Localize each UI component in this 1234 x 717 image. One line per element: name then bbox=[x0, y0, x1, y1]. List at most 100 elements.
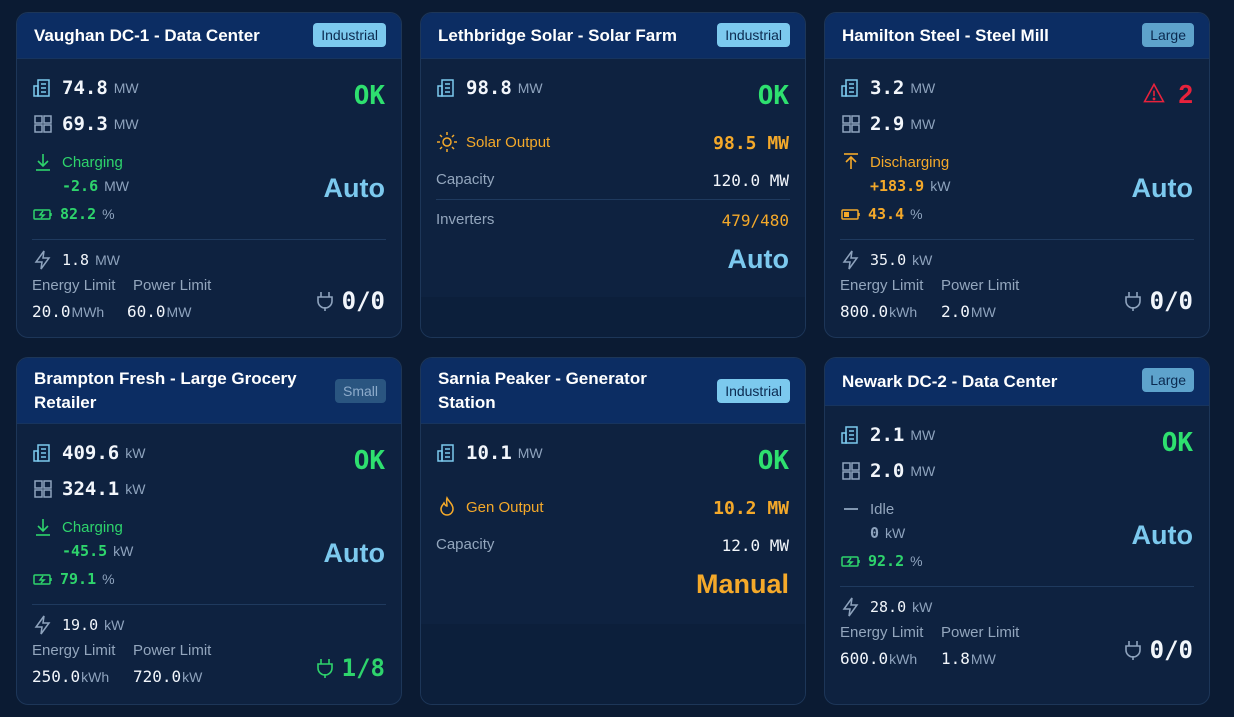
energy-limit-row: 600.0 kWh bbox=[840, 649, 917, 668]
soc-value: 92.2 bbox=[868, 552, 905, 570]
net-row: 324.1 kW bbox=[32, 478, 145, 500]
bolt-icon bbox=[840, 596, 862, 618]
site-card-newark[interactable]: Newark DC-2 - Data Center Large 2.1 MW O… bbox=[824, 357, 1210, 705]
control-mode: Auto bbox=[727, 244, 789, 274]
soc-row: 79.1 % bbox=[32, 568, 115, 590]
ev-charger-status[interactable]: 0/0 bbox=[314, 287, 385, 315]
battery-state: Discharging bbox=[870, 153, 950, 171]
building-icon bbox=[32, 442, 54, 464]
energy-limit-unit: MWh bbox=[71, 303, 105, 320]
battery-power-row: +183.9 kW bbox=[870, 177, 950, 195]
control-mode: Manual bbox=[695, 569, 789, 599]
site-size-badge: Industrial bbox=[717, 379, 790, 403]
flex-unit: kW bbox=[912, 599, 933, 615]
energy-limit-value: 800.0 bbox=[840, 302, 889, 321]
card-header: Newark DC-2 - Data Center Large bbox=[825, 358, 1209, 406]
status-ok: OK bbox=[757, 446, 789, 476]
card-body: 10.1 MW OK Gen Output 10.2 MW Capacity 1… bbox=[421, 424, 805, 704]
flex-row: 19.0 kW bbox=[32, 614, 124, 636]
output-label: Solar Output bbox=[466, 133, 551, 151]
flex-unit: kW bbox=[912, 252, 933, 268]
charger-count: 0/0 bbox=[1149, 287, 1193, 315]
card-footer bbox=[421, 624, 805, 704]
control-mode: Auto bbox=[323, 538, 385, 568]
load-unit: MW bbox=[113, 80, 139, 96]
load-row: 3.2 MW bbox=[840, 77, 935, 99]
net-unit: kW bbox=[125, 481, 146, 497]
building-icon bbox=[436, 77, 458, 99]
power-limit-label: Power Limit bbox=[941, 277, 1020, 294]
status-ok: OK bbox=[353, 446, 385, 476]
net-value: 2.9 bbox=[870, 113, 905, 135]
battery-icon bbox=[840, 203, 860, 225]
flex-row: 1.8 MW bbox=[32, 249, 120, 271]
divider bbox=[840, 586, 1194, 587]
energy-limit-row: 20.0 MWh bbox=[32, 302, 104, 321]
load-unit: MW bbox=[910, 427, 936, 443]
soc-value: 82.2 bbox=[60, 205, 97, 223]
site-card-vaughan[interactable]: Vaughan DC-1 - Data Center Industrial 74… bbox=[16, 12, 402, 338]
card-title-line1: Brampton Fresh - Large Grocery bbox=[34, 368, 297, 388]
energy-limit-label: Energy Limit bbox=[840, 277, 924, 294]
flex-value: 19.0 bbox=[62, 616, 99, 634]
soc-row: 82.2 % bbox=[32, 203, 115, 225]
card-header: Sarnia Peaker - Generator Station Indust… bbox=[421, 358, 805, 424]
card-title-line2: Station bbox=[438, 392, 496, 412]
battery-state-row: Charging bbox=[32, 151, 123, 173]
load-value: 74.8 bbox=[62, 77, 108, 99]
card-header: Hamilton Steel - Steel Mill Large bbox=[825, 13, 1209, 59]
grid-icon bbox=[32, 478, 54, 500]
divider bbox=[840, 239, 1194, 240]
site-card-sarnia[interactable]: Sarnia Peaker - Generator Station Indust… bbox=[420, 357, 806, 705]
power-limit-value: 60.0 bbox=[127, 302, 166, 321]
power-limit-value: 2.0 bbox=[941, 302, 970, 321]
soc-row: 92.2 % bbox=[840, 550, 923, 572]
bolt-icon bbox=[32, 614, 54, 636]
energy-limit-value: 250.0 bbox=[32, 667, 81, 686]
battery-state-row: Charging bbox=[32, 516, 123, 538]
site-card-hamilton[interactable]: Hamilton Steel - Steel Mill Large 3.2 MW… bbox=[824, 12, 1210, 338]
divider bbox=[32, 604, 386, 605]
site-card-lethbridge[interactable]: Lethbridge Solar - Solar Farm Industrial… bbox=[420, 12, 806, 338]
power-limit-row: 2.0 MW bbox=[941, 302, 996, 321]
card-title: Newark DC-2 - Data Center bbox=[842, 371, 1058, 391]
plug-icon bbox=[1122, 639, 1142, 661]
grid-icon bbox=[32, 113, 54, 135]
site-card-brampton[interactable]: Brampton Fresh - Large Grocery Retailer … bbox=[16, 357, 402, 705]
load-row: 409.6 kW bbox=[32, 442, 145, 464]
ev-charger-status[interactable]: 0/0 bbox=[1122, 636, 1193, 664]
building-icon bbox=[32, 77, 54, 99]
card-body: 3.2 MW 2 2.9 MW Discharging +183.9 kW Au… bbox=[825, 59, 1209, 337]
capacity-value: 12.0 MW bbox=[721, 536, 789, 555]
net-row: 2.9 MW bbox=[840, 113, 935, 135]
soc-unit: % bbox=[910, 553, 923, 569]
soc-unit: % bbox=[102, 571, 115, 587]
net-value: 69.3 bbox=[62, 113, 108, 135]
card-body: 74.8 MW OK 69.3 MW Charging -2.6 MW Auto… bbox=[17, 59, 401, 337]
card-title: Hamilton Steel - Steel Mill bbox=[842, 25, 1049, 45]
status-ok: OK bbox=[353, 81, 385, 111]
load-value: 98.8 bbox=[466, 77, 512, 99]
charging-arrow-icon bbox=[32, 151, 54, 173]
ev-charger-status[interactable]: 0/0 bbox=[1122, 287, 1193, 315]
output-value: 98.5 MW bbox=[713, 133, 789, 154]
capacity-value: 120.0 MW bbox=[711, 171, 789, 190]
output-label: Gen Output bbox=[466, 498, 544, 516]
control-mode: Auto bbox=[1131, 520, 1193, 550]
grid-icon bbox=[840, 113, 862, 135]
energy-limit-label: Energy Limit bbox=[32, 642, 116, 659]
battery-power: -45.5 bbox=[62, 542, 108, 560]
load-row: 98.8 MW bbox=[436, 77, 543, 99]
building-icon bbox=[840, 77, 862, 99]
sun-icon bbox=[436, 131, 458, 153]
building-icon bbox=[436, 442, 458, 464]
power-limit-value: 720.0 bbox=[133, 667, 182, 686]
power-limit-value: 1.8 bbox=[941, 649, 970, 668]
status-ok: OK bbox=[757, 81, 789, 111]
load-row: 2.1 MW bbox=[840, 424, 935, 446]
bolt-icon bbox=[840, 249, 862, 271]
ev-charger-status[interactable]: 1/8 bbox=[314, 654, 385, 682]
alert-indicator[interactable]: 2 bbox=[1142, 79, 1193, 110]
plug-icon bbox=[1122, 290, 1142, 312]
load-value: 409.6 bbox=[62, 442, 120, 464]
